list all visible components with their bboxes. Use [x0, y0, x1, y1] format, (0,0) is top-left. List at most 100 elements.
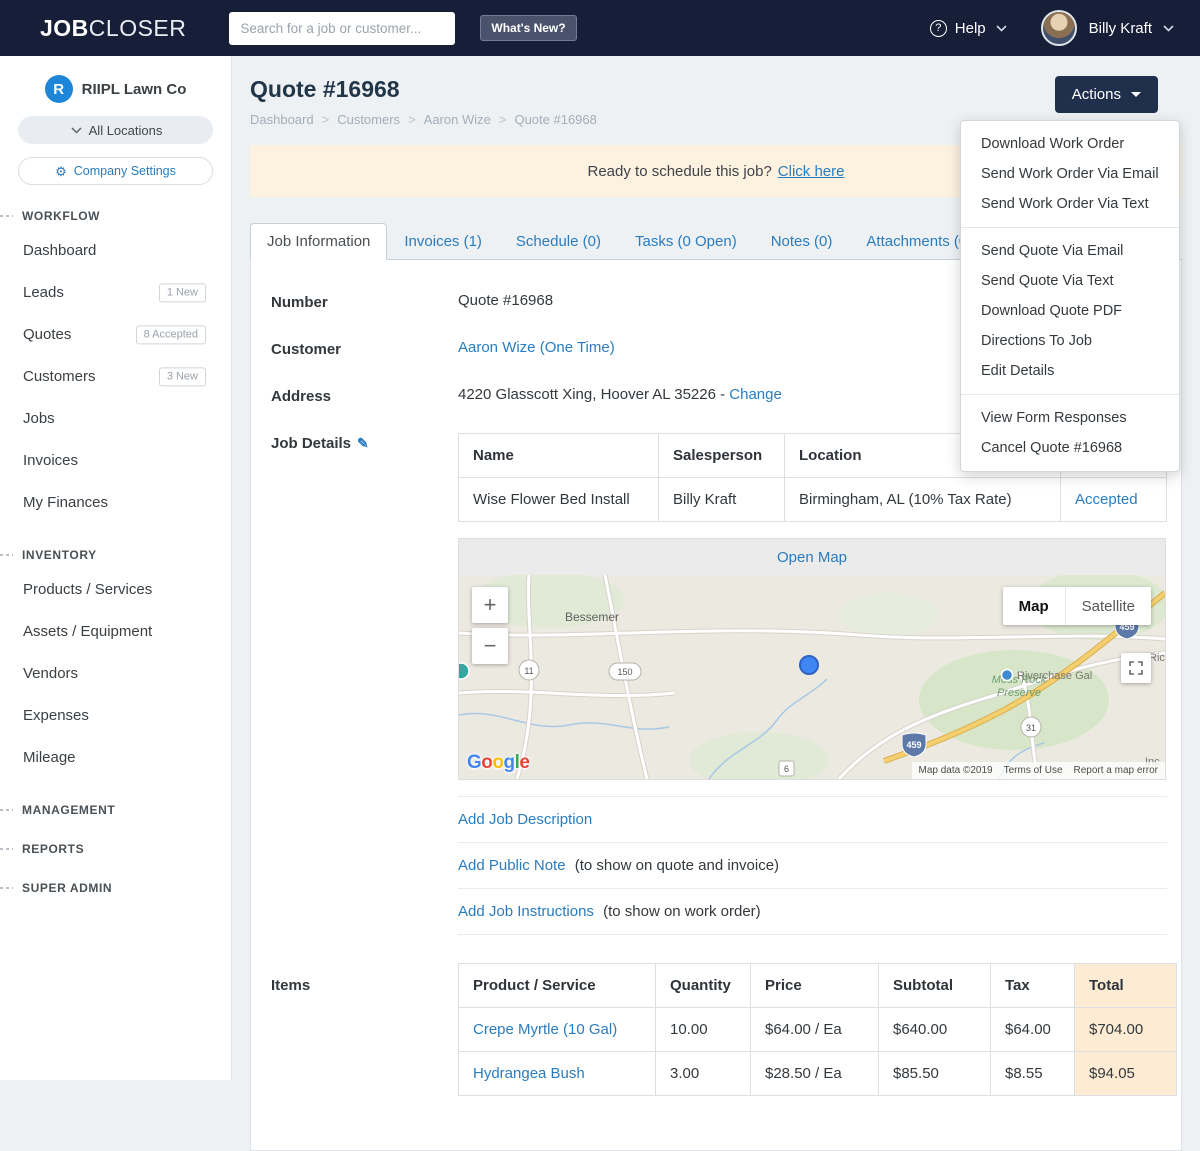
route-shield-459-b-label: 459 [906, 740, 921, 750]
zoom-in-button[interactable]: + [472, 587, 508, 623]
tab-tasks[interactable]: Tasks (0 Open) [618, 223, 754, 260]
menu-item-download-quote-pdf[interactable]: Download Quote PDF [961, 296, 1179, 326]
sidebar-item-label: Mileage [23, 749, 76, 766]
menu-item-send-work-order-email[interactable]: Send Work Order Via Email [961, 159, 1179, 189]
sidebar-item-vendors[interactable]: Vendors [0, 653, 231, 695]
chevron-down-icon [996, 24, 1007, 32]
sidebar-item-quotes[interactable]: Quotes 8 Accepted [0, 314, 231, 356]
map-widget: Open Map Bessemer Moss Rock Preserve Riv… [458, 538, 1166, 780]
product-link[interactable]: Crepe Myrtle (10 Gal) [473, 1021, 617, 1038]
map-zoom-controls: + − [472, 587, 508, 664]
subtotal-cell: $85.50 [878, 1051, 991, 1096]
app-logo-light: CLOSER [88, 14, 187, 41]
menu-divider [961, 227, 1179, 228]
help-menu[interactable]: ? Help [929, 19, 1007, 37]
job-details-label: Job Details [271, 435, 352, 452]
open-map-bar: Open Map [459, 539, 1165, 575]
map-view-button[interactable]: Map [1002, 587, 1065, 625]
sidebar-item-mileage[interactable]: Mileage [0, 737, 231, 779]
sidebar-item-customers[interactable]: Customers 3 New [0, 356, 231, 398]
address-change-link[interactable]: Change [729, 386, 782, 403]
number-label: Number [271, 294, 328, 311]
sidebar-item-label: Customers [23, 368, 96, 385]
tab-notes[interactable]: Notes (0) [754, 223, 850, 260]
menu-item-cancel-quote[interactable]: Cancel Quote #16968 [961, 433, 1179, 463]
sidebar-item-label: Assets / Equipment [23, 623, 153, 640]
route-shield-11-label: 11 [524, 666, 533, 676]
product-link[interactable]: Hydrangea Bush [473, 1065, 585, 1082]
sidebar-item-assets-equipment[interactable]: Assets / Equipment [0, 611, 231, 653]
open-map-link[interactable]: Open Map [777, 549, 847, 566]
breadcrumb-customers[interactable]: Customers [337, 112, 400, 127]
section-label: WORKFLOW [22, 209, 101, 223]
menu-item-send-quote-text[interactable]: Send Quote Via Text [961, 266, 1179, 296]
section-label: SUPER ADMIN [22, 881, 113, 895]
job-location-marker [799, 655, 819, 675]
avatar[interactable] [1040, 10, 1077, 46]
item-row-hydrangea-bush: Hydrangea Bush 3.00 $28.50 / Ea $85.50 $… [458, 1051, 1177, 1096]
add-job-description-link[interactable]: Add Job Description [458, 811, 592, 828]
customer-type-link[interactable]: (One Time) [540, 339, 615, 356]
schedule-click-here-link[interactable]: Click here [778, 163, 845, 180]
customer-link[interactable]: Aaron Wize [458, 339, 536, 356]
zoom-out-button[interactable]: − [472, 628, 508, 664]
sidebar-item-products-services[interactable]: Products / Services [0, 569, 231, 611]
customers-badge: 3 New [158, 367, 206, 387]
add-public-note-row: Add Public Note (to show on quote and in… [458, 843, 1167, 889]
schedule-banner-text: Ready to schedule this job? [587, 162, 772, 180]
route-shield-6-label: 6 [784, 764, 789, 774]
sidebar-item-jobs[interactable]: Jobs [0, 398, 231, 440]
transit-marker [459, 662, 470, 680]
menu-item-directions-to-job[interactable]: Directions To Job [961, 326, 1179, 356]
job-salesperson-cell: Billy Kraft [658, 477, 785, 522]
tax-cell: $8.55 [990, 1051, 1075, 1096]
main-content: Quote #16968 Dashboard > Customers > Aar… [232, 56, 1200, 1151]
actions-label: Actions [1071, 86, 1121, 103]
whats-new-button[interactable]: What's New? [480, 15, 577, 41]
sidebar-item-leads[interactable]: Leads 1 New [0, 272, 231, 314]
sidebar-item-my-finances[interactable]: My Finances [0, 482, 231, 524]
menu-item-download-work-order[interactable]: Download Work Order [961, 129, 1179, 159]
fullscreen-button[interactable] [1121, 653, 1151, 683]
search-input[interactable] [229, 11, 456, 45]
actions-button[interactable]: Actions [1054, 76, 1158, 113]
price-cell: $28.50 / Ea [750, 1051, 879, 1096]
app-logo[interactable]: JOBCLOSER [40, 15, 186, 42]
breadcrumb-current: Quote #16968 [514, 112, 597, 127]
route-shield-31-label: 31 [1026, 723, 1036, 733]
all-locations-label: All Locations [88, 122, 163, 138]
company-settings-button[interactable]: ⚙ Company Settings [18, 157, 213, 185]
google-logo[interactable]: Google [467, 752, 530, 774]
section-management[interactable]: MANAGEMENT [0, 802, 231, 818]
col-subtotal: Subtotal [878, 963, 991, 1008]
map-canvas[interactable]: Bessemer Moss Rock Preserve Riverchase G… [459, 575, 1165, 779]
report-map-error-link[interactable]: Report a map error [1074, 765, 1158, 776]
tab-job-information[interactable]: Job Information [250, 223, 388, 260]
section-super-admin[interactable]: SUPER ADMIN [0, 880, 231, 896]
user-menu[interactable]: Billy Kraft [1089, 20, 1174, 37]
sidebar-item-invoices[interactable]: Invoices [0, 440, 231, 482]
menu-item-edit-details[interactable]: Edit Details [961, 356, 1179, 386]
edit-pencil-icon[interactable]: ✎ [357, 435, 369, 451]
breadcrumb-aaron-wize[interactable]: Aaron Wize [424, 112, 491, 127]
breadcrumb-separator: > [498, 112, 507, 127]
breadcrumb-dashboard[interactable]: Dashboard [250, 112, 314, 127]
tax-cell: $64.00 [990, 1007, 1075, 1052]
quantity-cell: 10.00 [655, 1007, 751, 1052]
sidebar-item-dashboard[interactable]: Dashboard [0, 230, 231, 272]
add-public-note-link[interactable]: Add Public Note [458, 857, 566, 874]
sidebar-item-label: Vendors [23, 665, 79, 682]
customer-label: Customer [271, 341, 342, 358]
menu-item-send-work-order-text[interactable]: Send Work Order Via Text [961, 189, 1179, 219]
menu-item-send-quote-email[interactable]: Send Quote Via Email [961, 236, 1179, 266]
sidebar-item-expenses[interactable]: Expenses [0, 695, 231, 737]
all-locations-dropdown[interactable]: All Locations [18, 116, 213, 144]
satellite-view-button[interactable]: Satellite [1064, 587, 1151, 625]
section-reports[interactable]: REPORTS [0, 841, 231, 857]
menu-item-view-form-responses[interactable]: View Form Responses [961, 403, 1179, 433]
col-name: Name [458, 433, 659, 478]
tab-schedule[interactable]: Schedule (0) [499, 223, 618, 260]
tab-invoices[interactable]: Invoices (1) [387, 223, 499, 260]
add-job-instructions-link[interactable]: Add Job Instructions [458, 903, 594, 920]
terms-of-use-link[interactable]: Terms of Use [1004, 765, 1063, 776]
